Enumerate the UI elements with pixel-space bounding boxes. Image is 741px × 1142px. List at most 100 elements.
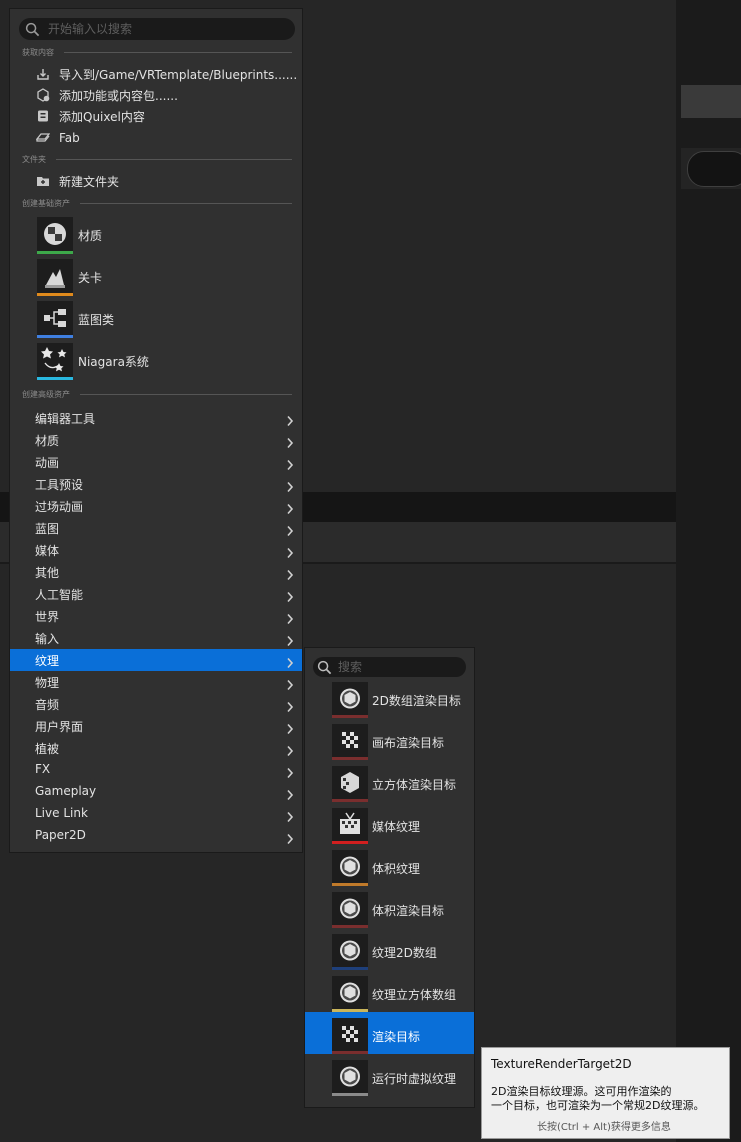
details-search-field[interactable] (687, 151, 741, 187)
category-item[interactable]: 材质 (10, 429, 302, 451)
asset-color-bar (37, 335, 73, 338)
level-icon (37, 259, 73, 293)
category-item[interactable]: 动画 (10, 451, 302, 473)
category-item[interactable]: 音频 (10, 693, 302, 715)
fab-label: Fab (59, 130, 80, 145)
asset-level[interactable]: 关卡 (10, 259, 302, 301)
category-item[interactable]: 世界 (10, 605, 302, 627)
texture-asset-label: 体积渲染目标 (372, 904, 445, 918)
category-item[interactable]: Live Link (10, 803, 302, 825)
blueprint-class-icon (37, 301, 73, 335)
section-basic-assets: 创建基础资产 (22, 197, 292, 209)
texture-asset-item[interactable]: 2D数组渲染目标 (305, 682, 474, 724)
chevron-right-icon (286, 522, 294, 537)
asset-color-bar (332, 925, 368, 928)
category-item[interactable]: FX (10, 759, 302, 781)
chevron-right-icon (286, 412, 294, 427)
render-target-array-icon (332, 682, 368, 715)
category-label: 纹理 (35, 654, 60, 668)
texture-submenu: 2D数组渲染目标画布渲染目标立方体渲染目标媒体纹理体积纹理体积渲染目标纹理2D数… (304, 647, 475, 1108)
texture-asset-label: 运行时虚拟纹理 (372, 1072, 457, 1086)
submenu-search-input[interactable] (336, 659, 460, 675)
texture-asset-label: 立方体渲染目标 (372, 778, 457, 792)
section-get-content: 获取内容 (22, 46, 292, 58)
asset-blueprint-class[interactable]: 蓝图类 (10, 301, 302, 343)
asset-material[interactable]: 材质 (10, 217, 302, 259)
category-label: 其他 (35, 566, 60, 580)
asset-label: 材质 (78, 229, 103, 243)
category-item[interactable]: 蓝图 (10, 517, 302, 539)
fab-icon (36, 133, 50, 142)
asset-color-bar (332, 1093, 368, 1096)
category-label: Live Link (35, 806, 88, 820)
import-icon (37, 69, 49, 80)
texture-asset-item[interactable]: 纹理2D数组 (305, 934, 474, 976)
section-label: 获取内容 (22, 47, 54, 57)
new-folder-item[interactable]: 新建文件夹 (10, 171, 302, 192)
media-texture-icon (332, 808, 368, 841)
category-label: 材质 (35, 434, 60, 448)
fab-item[interactable]: Fab (10, 127, 302, 148)
category-item[interactable]: 过场动画 (10, 495, 302, 517)
submenu-search-box[interactable] (313, 657, 466, 677)
category-item[interactable]: 工具预设 (10, 473, 302, 495)
category-item[interactable]: 纹理 (10, 649, 302, 671)
category-label: 编辑器工具 (35, 412, 96, 426)
chevron-right-icon (286, 742, 294, 757)
feature-pack-icon (37, 88, 50, 102)
category-label: 用户界面 (35, 720, 84, 734)
asset-color-bar (37, 251, 73, 254)
texture-asset-item[interactable]: 体积纹理 (305, 850, 474, 892)
chevron-right-icon (286, 764, 294, 779)
category-item[interactable]: 植被 (10, 737, 302, 759)
texture-asset-label: 渲染目标 (372, 1030, 421, 1044)
texture-asset-label: 纹理立方体数组 (372, 988, 457, 1002)
chevron-right-icon (286, 478, 294, 493)
search-input[interactable] (46, 21, 280, 37)
section-label: 创建基础资产 (22, 198, 70, 208)
chevron-right-icon (286, 698, 294, 713)
category-item[interactable]: 用户界面 (10, 715, 302, 737)
category-item[interactable]: 物理 (10, 671, 302, 693)
add-feature-pack-item[interactable]: 添加功能或内容包...... (10, 85, 302, 106)
add-quixel-item[interactable]: 添加Quixel内容 (10, 106, 302, 127)
category-label: 音频 (35, 698, 60, 712)
category-item[interactable]: Paper2D (10, 825, 302, 847)
texture-asset-item[interactable]: 渲染目标 (305, 1012, 474, 1054)
category-label: Paper2D (35, 828, 86, 842)
category-label: 物理 (35, 676, 60, 690)
category-item[interactable]: Gameplay (10, 781, 302, 803)
tooltip-line-2: 一个目标，也可渲染为一个常规2D纹理源。 (491, 1099, 705, 1112)
search-icon (25, 22, 40, 36)
asset-niagara-system[interactable]: Niagara系统 (10, 343, 302, 385)
import-item[interactable]: 导入到/Game/VRTemplate/Blueprints...... (10, 64, 302, 85)
category-item[interactable]: 输入 (10, 627, 302, 649)
texture-cube-array-icon (332, 976, 368, 1009)
category-label: 人工智能 (35, 588, 84, 602)
texture-asset-item[interactable]: 立方体渲染目标 (305, 766, 474, 808)
category-label: Gameplay (35, 784, 97, 798)
search-icon (317, 660, 332, 674)
category-item[interactable]: 媒体 (10, 539, 302, 561)
canvas-render-target-icon (332, 724, 368, 757)
texture-asset-label: 2D数组渲染目标 (372, 694, 461, 708)
category-label: 工具预设 (35, 478, 84, 492)
category-label: 植被 (35, 742, 60, 756)
asset-color-bar (332, 967, 368, 970)
menu-search-box[interactable] (19, 18, 295, 40)
texture-asset-item[interactable]: 画布渲染目标 (305, 724, 474, 766)
chevron-right-icon (286, 720, 294, 735)
texture-asset-item[interactable]: 媒体纹理 (305, 808, 474, 850)
chevron-right-icon (286, 654, 294, 669)
runtime-virtual-texture-icon (332, 1060, 368, 1093)
texture-asset-item[interactable]: 运行时虚拟纹理 (305, 1060, 474, 1102)
texture-asset-item[interactable]: 体积渲染目标 (305, 892, 474, 934)
category-item[interactable]: 其他 (10, 561, 302, 583)
category-item[interactable]: 人工智能 (10, 583, 302, 605)
quixel-icon (38, 110, 48, 122)
category-label: 输入 (35, 632, 60, 646)
chevron-right-icon (286, 786, 294, 801)
chevron-right-icon (286, 676, 294, 691)
category-label: 世界 (35, 610, 60, 624)
category-item[interactable]: 编辑器工具 (10, 407, 302, 429)
